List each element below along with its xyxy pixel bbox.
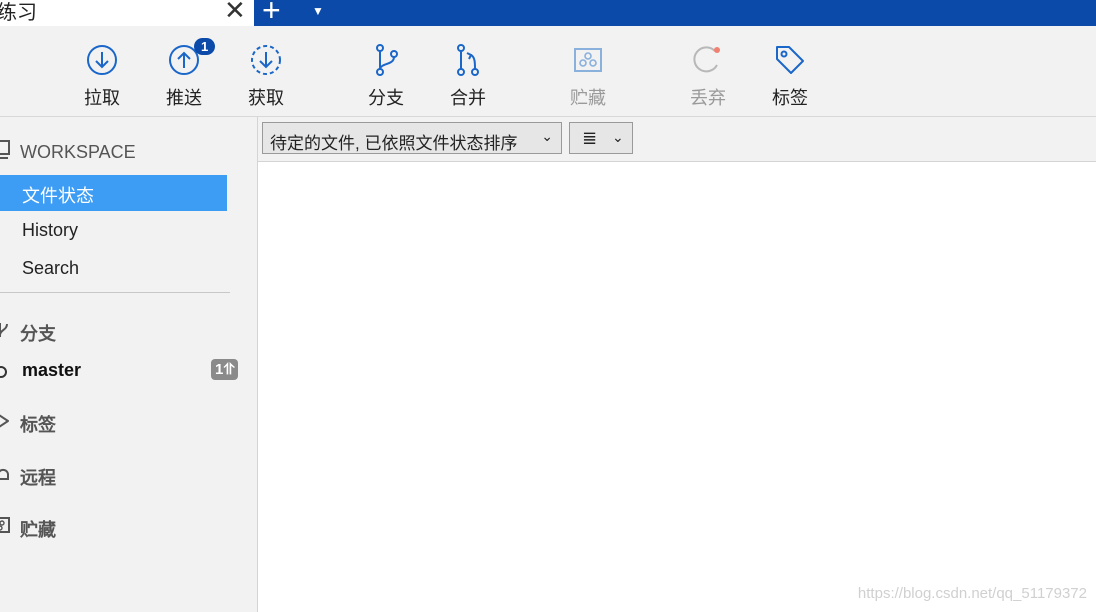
merge-label: 合并 <box>450 88 486 108</box>
file-sort-dropdown[interactable]: 待定的文件, 已依照文件状态排序 ⌄ <box>262 122 562 154</box>
fetch-button[interactable]: 获取 <box>231 26 301 116</box>
current-branch-icon <box>0 366 7 378</box>
sidebar-item-label: History <box>22 220 79 240</box>
pull-button[interactable]: 拉取 <box>67 26 137 116</box>
fetch-icon <box>251 45 281 75</box>
chevron-down-icon: ⌄ <box>612 129 624 145</box>
file-filter-bar: 待定的文件, 已依照文件状态排序 ⌄ ≣ ⌄ <box>258 117 1096 162</box>
tab-menu-dropdown-icon[interactable]: ▼ <box>312 0 324 22</box>
file-sort-value: 待定的文件, 已依照文件状态排序 <box>270 134 518 153</box>
stash-label: 贮藏 <box>570 88 606 108</box>
watermark-text: https://blog.csdn.net/qq_51179372 <box>857 585 1087 602</box>
tab-strip: 练习 ✕ + ▼ <box>0 0 1096 26</box>
stash-button[interactable]: 贮藏 <box>553 26 623 116</box>
discard-label: 丢弃 <box>690 88 726 108</box>
branches-header[interactable]: 分支 <box>20 320 56 346</box>
tab-title: 练习 <box>0 2 37 24</box>
merge-icon <box>457 44 479 76</box>
tag-button[interactable]: 标签 <box>755 26 825 116</box>
discard-icon <box>693 46 720 73</box>
add-tab-icon[interactable]: + <box>262 0 281 26</box>
sidebar-item-label: Search <box>22 258 80 278</box>
stashes-icon <box>0 517 10 533</box>
workspace-monitor-icon <box>0 140 10 159</box>
branch-item-master[interactable]: master 1⥣ <box>0 357 245 385</box>
workspace-header: WORKSPACE <box>20 142 136 162</box>
pull-icon <box>87 45 117 75</box>
stash-icon <box>574 48 602 72</box>
toolbar-edge-icon <box>0 88 3 96</box>
push-count-badge: 1 <box>194 38 216 55</box>
sidebar-item-search[interactable]: Search <box>0 251 227 287</box>
branch-name: master <box>22 360 82 380</box>
remotes-cloud-icon <box>0 468 9 480</box>
sidebar-item-label: 文件状态 <box>22 186 94 206</box>
discard-button[interactable]: 丢弃 <box>673 26 743 116</box>
branch-button[interactable]: 分支 <box>351 26 421 116</box>
tags-icon <box>0 414 9 428</box>
pull-label: 拉取 <box>84 88 120 108</box>
stashes-header[interactable]: 贮藏 <box>20 516 56 542</box>
push-button[interactable]: 1 推送 <box>149 26 219 116</box>
list-view-icon: ≣ <box>582 128 598 148</box>
tab-repository[interactable]: 练习 ✕ <box>0 0 254 26</box>
sidebar-divider <box>0 292 230 293</box>
file-list-panel: https://blog.csdn.net/qq_51179372 <box>258 162 1096 612</box>
tag-icon <box>776 46 804 74</box>
branch-icon <box>376 44 398 76</box>
tags-header[interactable]: 标签 <box>20 411 56 437</box>
sidebar-item-history[interactable]: History <box>0 213 227 249</box>
toolbar: 拉取 1 推送 获取 分支 合并 贮藏 丢弃 标签 <box>0 26 1096 117</box>
sidebar-item-file-status[interactable]: 文件状态 <box>0 175 227 211</box>
view-mode-dropdown[interactable]: ≣ ⌄ <box>569 122 633 154</box>
close-tab-icon[interactable]: ✕ <box>224 0 246 23</box>
push-label: 推送 <box>166 88 202 108</box>
ahead-count-badge: 1⥣ <box>211 359 239 380</box>
remotes-header[interactable]: 远程 <box>20 464 56 490</box>
sidebar: WORKSPACE 文件状态 History Search 分支 master … <box>0 117 258 612</box>
merge-button[interactable]: 合并 <box>433 26 503 116</box>
branches-icon <box>0 323 8 337</box>
tag-label: 标签 <box>772 88 808 108</box>
fetch-label: 获取 <box>248 88 284 108</box>
branch-label: 分支 <box>368 88 404 108</box>
chevron-down-icon: ⌄ <box>541 128 553 144</box>
